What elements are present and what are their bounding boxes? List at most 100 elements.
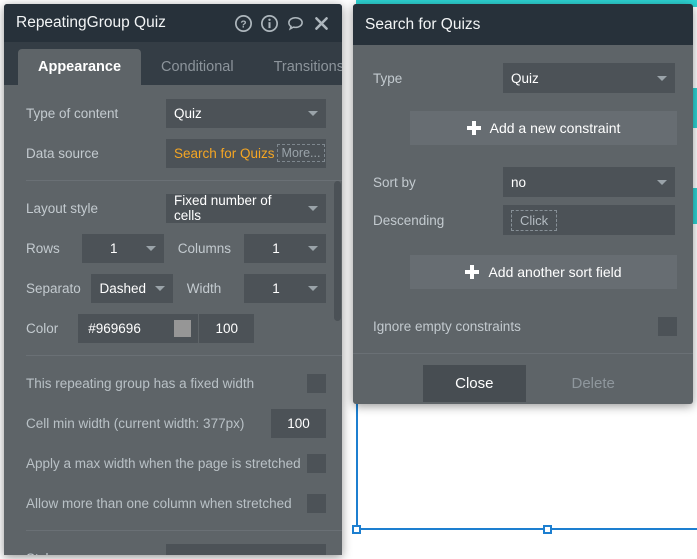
left-dialog-titlebar: RepeatingGroup Quiz ? <box>4 4 342 42</box>
help-icon[interactable]: ? <box>235 14 252 32</box>
row-layout-style: Layout style Fixed number of cells <box>4 188 342 228</box>
chevron-down-icon <box>308 205 318 211</box>
separator-style-dropdown[interactable]: Dashed <box>90 273 173 303</box>
cell-min-width-value: 100 <box>287 415 310 431</box>
add-new-constraint-button[interactable]: Add a new constraint <box>410 111 677 145</box>
separator-width-value: 1 <box>272 280 280 296</box>
close-icon[interactable] <box>313 15 330 32</box>
panel-scrollbar-thumb[interactable] <box>334 181 341 321</box>
cell-min-width-label: Cell min width (current width: 377px) <box>26 415 245 431</box>
add-another-sort-field-label: Add another sort field <box>488 264 622 280</box>
search-for-quizs-dialog: Search for Quizs Type Quiz Add a new con… <box>353 4 693 404</box>
style-label: Style <box>26 551 56 556</box>
ignore-empty-constraints-label: Ignore empty constraints <box>373 318 521 334</box>
search-type-label: Type <box>373 70 403 86</box>
columns-value: 1 <box>272 240 280 256</box>
plus-icon <box>465 265 480 279</box>
screen: RepeatingGroup Quiz ? Appearance Conditi… <box>0 0 697 559</box>
tab-strip: Appearance Conditional Transitions <box>4 42 342 85</box>
columns-dropdown[interactable]: 1 <box>244 233 326 263</box>
multi-column-label: Allow more than one column when stretche… <box>26 495 292 511</box>
divider-1 <box>26 180 342 181</box>
comment-icon[interactable] <box>287 15 304 32</box>
resize-handle-bottom-middle[interactable] <box>543 525 552 534</box>
style-dropdown[interactable] <box>166 543 326 555</box>
data-source-label: Data source <box>26 145 99 161</box>
row-ignore-empty-constraints: Ignore empty constraints <box>353 307 693 345</box>
color-opacity-input[interactable]: 100 <box>199 313 255 343</box>
rows-value: 1 <box>110 240 118 256</box>
color-hex-value: #969696 <box>88 320 141 336</box>
multi-column-checkbox[interactable] <box>307 493 326 513</box>
row-sort-by: Sort by no <box>353 163 693 201</box>
plus-icon <box>466 121 481 135</box>
data-source-more-button[interactable]: More... <box>276 144 326 162</box>
color-label: Color <box>26 320 59 336</box>
right-dialog-titlebar: Search for Quizs <box>353 4 693 45</box>
info-icon[interactable] <box>261 14 278 32</box>
columns-label: Columns <box>177 240 232 256</box>
row-descending: Descending Click <box>353 201 693 239</box>
separator-width-dropdown[interactable]: 1 <box>244 273 326 303</box>
rows-dropdown[interactable]: 1 <box>81 233 164 263</box>
separator-style-value: Dashed <box>99 280 147 296</box>
descending-label: Descending <box>373 212 445 228</box>
color-opacity-value: 100 <box>215 320 239 336</box>
row-max-width: Apply a max width when the page is stret… <box>4 443 342 483</box>
layout-style-dropdown[interactable]: Fixed number of cells <box>166 193 326 223</box>
sort-by-value: no <box>511 174 527 190</box>
chevron-down-icon <box>308 245 318 251</box>
row-separator-width: Separato Dashed Width 1 <box>4 268 342 308</box>
appearance-panel-body: Type of content Quiz Data source Search … <box>4 85 342 555</box>
close-button[interactable]: Close <box>423 364 526 402</box>
descending-field[interactable]: Click <box>503 205 675 235</box>
color-swatch[interactable] <box>174 319 192 337</box>
tab-appearance[interactable]: Appearance <box>18 49 142 85</box>
type-of-content-label: Type of content <box>26 105 119 121</box>
chevron-down-icon <box>308 110 318 116</box>
left-dialog-title: RepeatingGroup Quiz <box>16 14 166 31</box>
tab-transitions[interactable]: Transitions <box>254 49 342 85</box>
fixed-width-checkbox[interactable] <box>307 373 326 393</box>
type-of-content-dropdown[interactable]: Quiz <box>166 98 326 128</box>
chevron-down-icon <box>308 285 318 291</box>
panel-scrollbar[interactable] <box>333 85 342 555</box>
repeating-group-property-editor: RepeatingGroup Quiz ? Appearance Conditi… <box>4 4 342 555</box>
left-dialog-title-icons: ? <box>235 14 330 32</box>
separator-width-label: Width <box>186 280 222 296</box>
ignore-empty-constraints-checkbox[interactable] <box>658 316 677 336</box>
delete-button[interactable]: Delete <box>564 365 623 402</box>
cell-min-width-input[interactable]: 100 <box>271 408 326 438</box>
selected-element-outline <box>356 402 697 530</box>
resize-handle-bottom-left[interactable] <box>352 525 361 534</box>
divider-3 <box>26 530 342 531</box>
row-multi-column: Allow more than one column when stretche… <box>4 483 342 523</box>
row-cell-min-width: Cell min width (current width: 377px) 10… <box>4 403 342 443</box>
data-source-value[interactable]: Search for Quizs <box>174 146 275 161</box>
divider-2 <box>26 355 342 356</box>
separator-label: Separato <box>26 280 81 296</box>
add-new-constraint-label: Add a new constraint <box>489 120 621 136</box>
layout-style-label: Layout style <box>26 200 99 216</box>
color-picker-field[interactable]: #969696 <box>78 313 199 343</box>
type-of-content-value: Quiz <box>174 105 202 121</box>
search-type-dropdown[interactable]: Quiz <box>503 63 675 93</box>
layout-style-value: Fixed number of cells <box>174 193 272 223</box>
sort-by-dropdown[interactable]: no <box>503 167 675 197</box>
max-width-label: Apply a max width when the page is stret… <box>26 455 301 471</box>
max-width-checkbox[interactable] <box>307 453 326 473</box>
data-source-field[interactable]: Search for Quizs More... <box>166 138 326 168</box>
row-search-type: Type Quiz <box>353 59 693 97</box>
right-dialog-title: Search for Quizs <box>365 15 481 33</box>
row-fixed-width: This repeating group has a fixed width <box>4 363 342 403</box>
right-dialog-footer: Close Delete <box>353 354 693 404</box>
descending-click-placeholder[interactable]: Click <box>511 209 558 231</box>
fixed-width-label: This repeating group has a fixed width <box>26 375 255 391</box>
row-type-of-content: Type of content Quiz <box>4 93 342 133</box>
chevron-down-icon <box>154 285 165 291</box>
row-color: Color #969696 100 <box>4 308 342 348</box>
chevron-down-icon <box>657 179 667 185</box>
row-data-source: Data source Search for Quizs More... <box>4 133 342 173</box>
add-another-sort-field-button[interactable]: Add another sort field <box>410 255 677 289</box>
tab-conditional[interactable]: Conditional <box>141 49 254 85</box>
